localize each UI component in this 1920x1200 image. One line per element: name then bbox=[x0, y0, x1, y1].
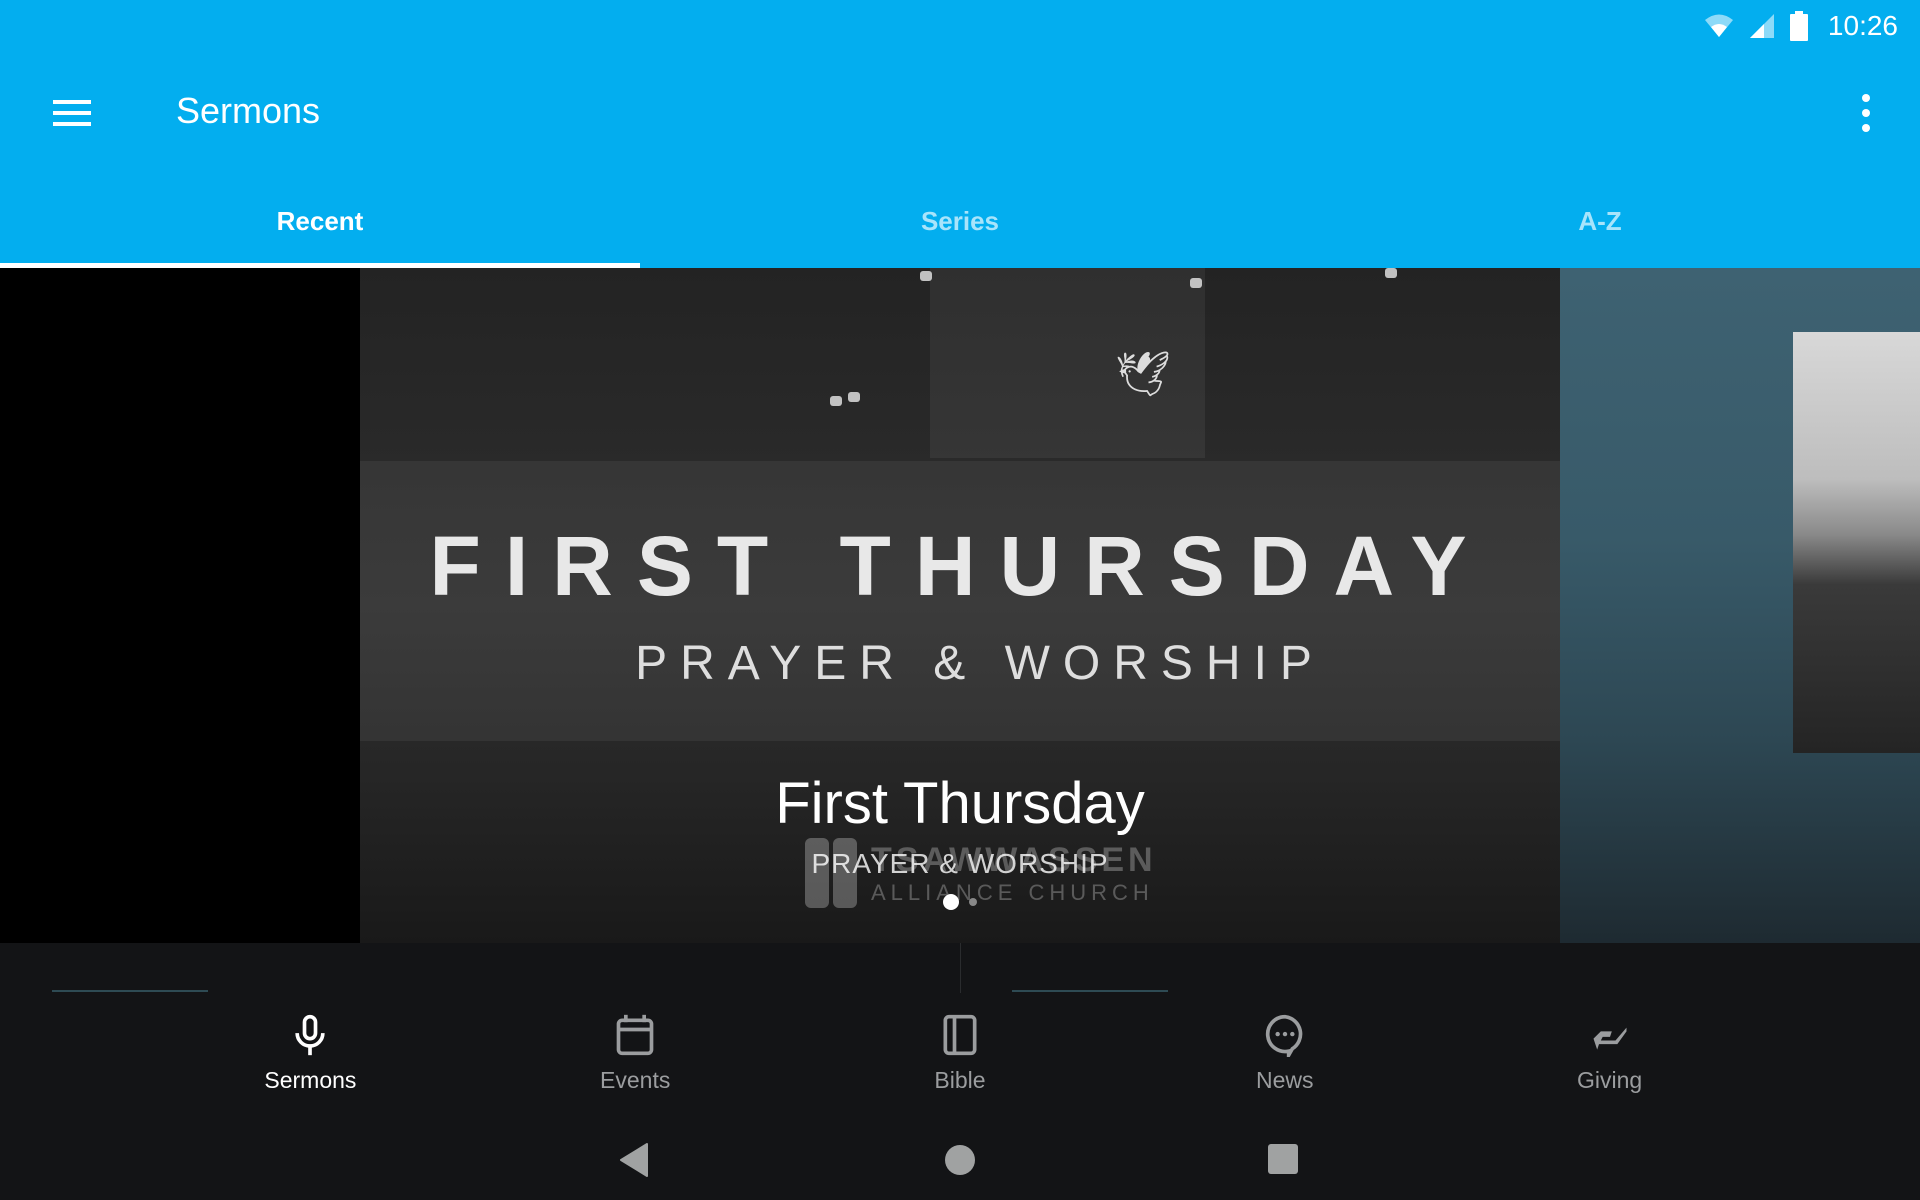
poster-title: FIRST THURSDAY bbox=[429, 519, 1491, 613]
nav-label: Giving bbox=[1576, 1067, 1643, 1093]
microphone-icon bbox=[295, 1014, 326, 1056]
tab-recent[interactable]: Recent bbox=[0, 180, 640, 268]
mountain-photo bbox=[1793, 332, 1920, 753]
divider bbox=[960, 943, 961, 993]
page-title: Sermons bbox=[176, 90, 321, 131]
recents-icon[interactable] bbox=[1263, 1142, 1303, 1178]
sermon-carousel[interactable]: 🕊 FIRST THURSDAY PRAYER & WORSHIP TSAWWA… bbox=[0, 268, 1920, 943]
more-options-button[interactable] bbox=[1848, 86, 1884, 140]
sermon-subtitle: PRAYER & WORSHIP bbox=[811, 848, 1109, 879]
next-slide[interactable] bbox=[1560, 268, 1920, 943]
giving-hand-icon bbox=[1593, 1027, 1627, 1050]
nav-news[interactable]: News bbox=[1122, 1013, 1447, 1094]
chat-bubble-icon bbox=[1265, 1014, 1303, 1057]
back-icon[interactable] bbox=[615, 1142, 655, 1178]
sermon-card-current[interactable]: 🕊 FIRST THURSDAY PRAYER & WORSHIP TSAWWA… bbox=[360, 268, 1560, 943]
app-bar: 10:26 Sermons Recent Series A-Z bbox=[0, 0, 1920, 268]
dove-icon: 🕊 bbox=[1115, 350, 1171, 399]
more-vert-icon-dot bbox=[1862, 124, 1870, 132]
nav-sermons[interactable]: Sermons bbox=[148, 1013, 473, 1094]
toolbar: Sermons bbox=[0, 70, 1920, 156]
sermon-title: First Thursday bbox=[775, 771, 1145, 836]
stage-light bbox=[830, 396, 842, 406]
page-indicator bbox=[360, 894, 1560, 910]
calendar-icon bbox=[616, 1014, 654, 1056]
clock: 10:26 bbox=[1827, 10, 1898, 41]
divider bbox=[1012, 990, 1168, 992]
poster-subtitle: PRAYER & WORSHIP bbox=[635, 637, 1325, 690]
nav-label: Bible bbox=[934, 1067, 986, 1093]
wifi-icon bbox=[1704, 14, 1733, 37]
page-dot-2[interactable] bbox=[969, 898, 977, 906]
stage-light bbox=[1385, 268, 1397, 278]
tab-bar: Recent Series A-Z bbox=[0, 180, 1920, 268]
battery-icon bbox=[1789, 11, 1808, 41]
tab-a-z[interactable]: A-Z bbox=[1280, 180, 1920, 268]
hamburger-menu-icon-line bbox=[53, 111, 91, 115]
stage-light bbox=[1190, 278, 1202, 288]
tab-series[interactable]: Series bbox=[640, 180, 1280, 268]
bottom-navigation: Sermons Events Bible News Giving bbox=[0, 943, 1920, 1120]
stage-light bbox=[920, 271, 932, 281]
nav-label: News bbox=[1256, 1067, 1314, 1093]
system-navigation-bar bbox=[0, 1120, 1920, 1200]
more-vert-icon-dot bbox=[1862, 109, 1870, 117]
hamburger-menu-button[interactable] bbox=[40, 88, 104, 138]
divider bbox=[52, 990, 208, 992]
more-vert-icon bbox=[1862, 94, 1870, 102]
cell-signal-icon bbox=[1749, 14, 1774, 38]
nav-bible[interactable]: Bible bbox=[798, 1013, 1123, 1094]
nav-events[interactable]: Events bbox=[473, 1013, 798, 1094]
nav-label: Sermons bbox=[264, 1067, 357, 1093]
nav-label: Events bbox=[600, 1067, 671, 1093]
previous-slide bbox=[0, 268, 360, 943]
book-icon bbox=[943, 1014, 977, 1056]
nav-giving[interactable]: Giving bbox=[1447, 1013, 1772, 1094]
page-dot-1[interactable] bbox=[943, 894, 959, 910]
hamburger-menu-icon-line bbox=[53, 122, 91, 126]
home-icon[interactable] bbox=[940, 1142, 980, 1178]
hamburger-menu-icon bbox=[53, 100, 91, 104]
stage-light bbox=[848, 392, 860, 402]
status-bar: 10:26 bbox=[1704, 6, 1898, 46]
